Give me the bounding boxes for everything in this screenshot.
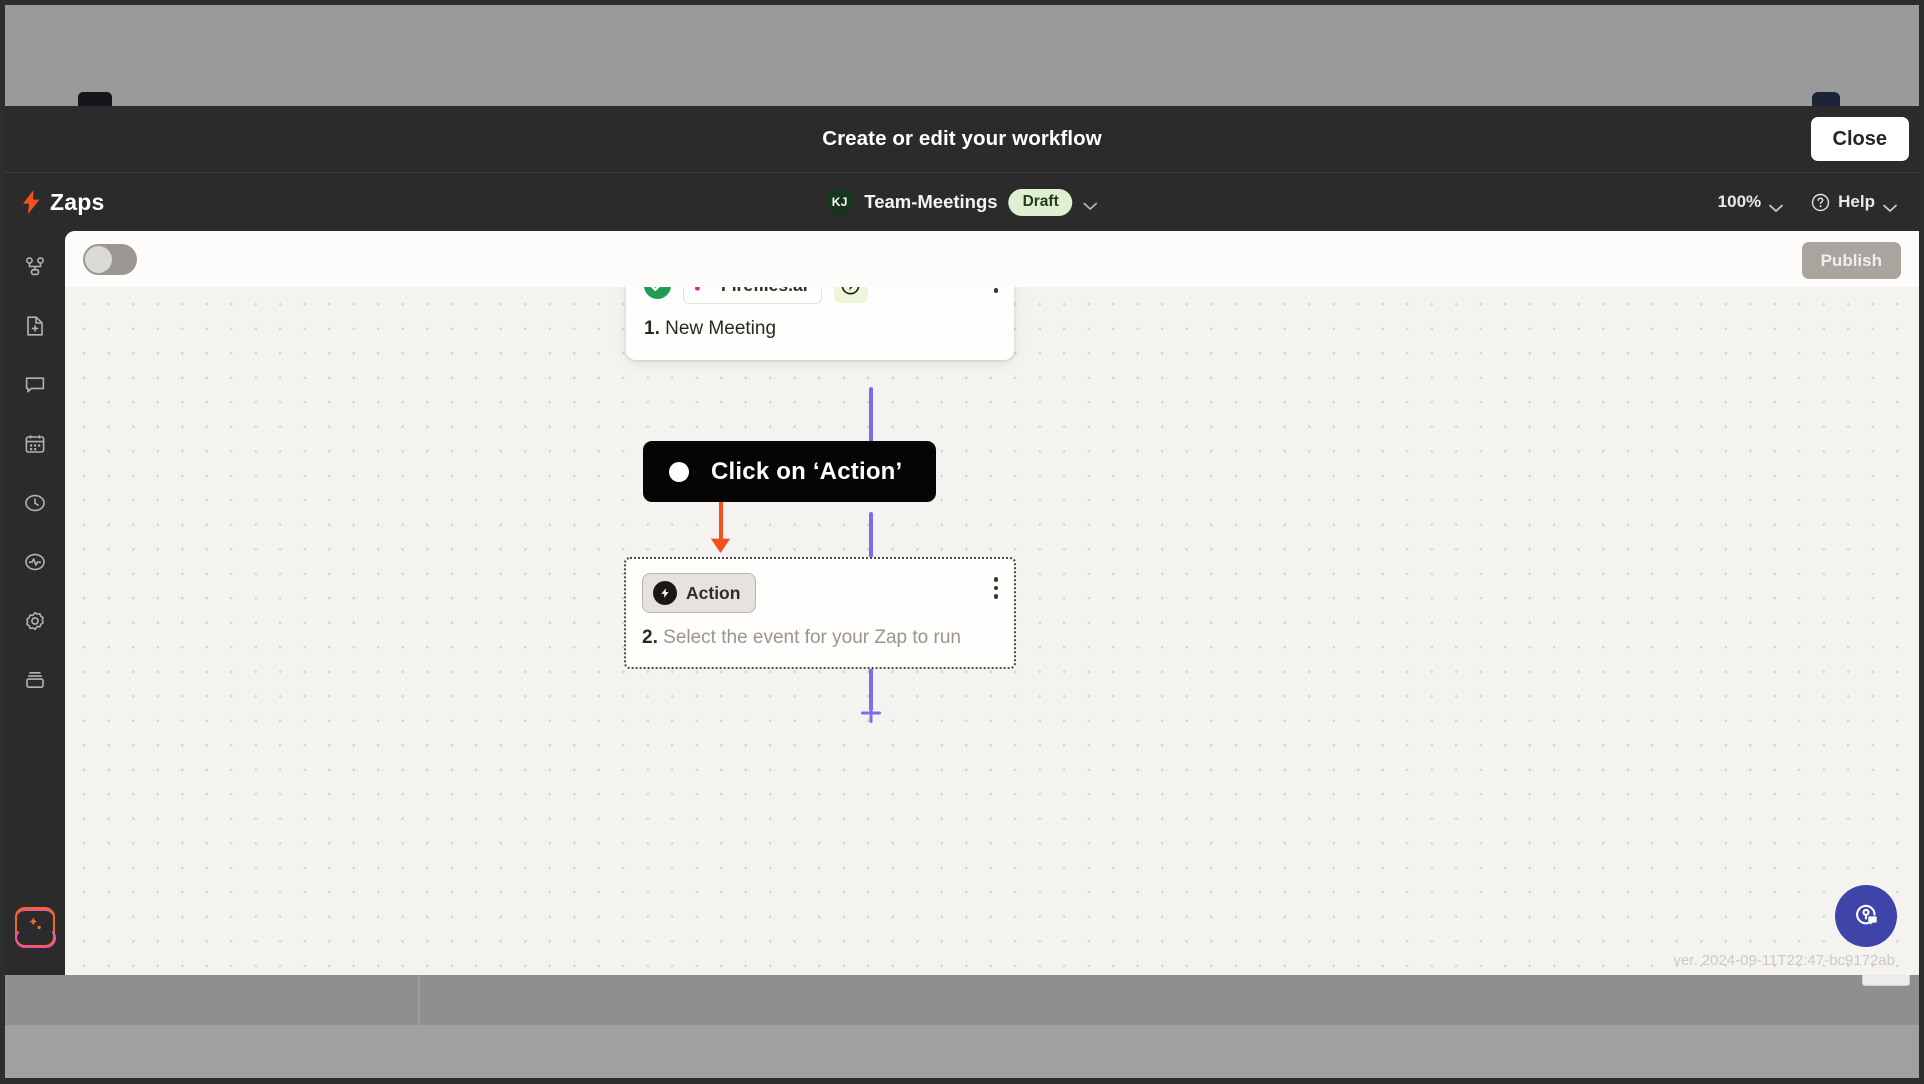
zaps-icon	[23, 255, 47, 279]
toggle-knob	[85, 245, 112, 273]
node-title-text: Select the event for your Zap to run	[663, 627, 961, 648]
zoom-level-label: 100%	[1717, 192, 1762, 211]
fireflies-logo-icon	[694, 287, 712, 297]
node-title-action: 2. Select the event for your Zap to run	[626, 613, 1014, 667]
zap-on-off-toggle[interactable]	[83, 243, 137, 275]
workflow-editor-modal: Create or edit your workflow Close Zaps …	[5, 106, 1919, 975]
kebab-menu-icon[interactable]	[993, 577, 998, 599]
background-lower-fill	[5, 1025, 1919, 1078]
brand-label: Zaps	[50, 188, 105, 215]
publish-button[interactable]: Publish	[1801, 242, 1901, 279]
window-edge-bottom	[0, 1078, 1924, 1084]
coach-tooltip: Click on ‘Action’	[643, 441, 937, 502]
chevron-down-icon	[1883, 198, 1897, 212]
history-icon	[23, 491, 47, 515]
check-circle-icon	[644, 287, 671, 299]
activity-icon	[23, 550, 47, 574]
sidebar-item-ai[interactable]	[14, 907, 56, 948]
canvas-toolbar: Publish	[65, 231, 1919, 287]
cursor-dot-icon	[669, 461, 689, 482]
canvas-area: Publish 1. New Meeting Action 2. Select …	[65, 231, 1919, 975]
chevron-down-icon[interactable]	[1083, 198, 1098, 210]
sidebar-item-zaps[interactable]	[13, 245, 57, 289]
app-chip-fireflies[interactable]: Fireflies.ai	[683, 287, 822, 304]
avatar: KJ	[826, 188, 854, 216]
action-button[interactable]: Action	[642, 573, 757, 613]
zap-meta: KJ Team-Meetings Draft	[826, 188, 1098, 216]
version-label: ver. 2024-09-11T22:47-bc9172ab	[1673, 952, 1895, 969]
app-name: Fireflies.ai	[721, 287, 808, 296]
zoom-level-control[interactable]: 100%	[1717, 192, 1784, 212]
zap-name[interactable]: Team-Meetings	[864, 191, 997, 213]
kebab-menu-icon[interactable]	[993, 287, 998, 293]
background-tab-right	[1812, 92, 1840, 106]
action-button-label: Action	[686, 582, 741, 603]
help-label: Help	[1838, 192, 1875, 211]
modal-title: Create or edit your workflow	[822, 127, 1102, 150]
add-step-button[interactable]	[857, 699, 885, 727]
sidebar-item-activity[interactable]	[13, 540, 57, 584]
coach-pointer-arrow	[709, 535, 732, 559]
node-title-trigger: 1. New Meeting	[626, 304, 1014, 360]
node-header-row: Action	[626, 559, 1014, 613]
node-step-number: 1.	[644, 318, 660, 339]
sidebar-rail	[5, 231, 65, 975]
header-right-controls: 100% Help	[1718, 192, 1897, 212]
background-tab-left	[78, 92, 112, 106]
ai-sparkle-icon	[24, 914, 46, 941]
coach-tooltip-message: Click on ‘Action’	[711, 457, 903, 485]
trigger-bolt-icon[interactable]	[833, 287, 868, 303]
workflow-node-action[interactable]: Action 2. Select the event for your Zap …	[624, 557, 1016, 669]
status-badge: Draft	[1008, 188, 1073, 216]
node-step-number: 2.	[642, 627, 658, 648]
background-lower-band	[5, 975, 1919, 1025]
question-circle-icon	[1811, 193, 1830, 212]
sidebar-item-storage[interactable]	[13, 658, 57, 702]
new-doc-icon	[23, 314, 47, 338]
support-chat-button[interactable]	[1835, 885, 1897, 947]
help-menu[interactable]: Help	[1811, 192, 1897, 212]
settings-gear-icon	[23, 609, 47, 633]
action-bolt-icon	[653, 581, 677, 605]
lightning-bolt-icon	[23, 190, 40, 214]
chat-icon	[23, 373, 47, 397]
modal-title-bar: Create or edit your workflow Close	[5, 106, 1919, 173]
chevron-down-icon	[1769, 198, 1784, 212]
workflow-canvas[interactable]: Fireflies.ai 1. New Meeting	[65, 287, 1919, 975]
support-chat-icon	[1849, 897, 1883, 936]
node-title-text: New Meeting	[665, 318, 777, 339]
connector-tip-to-action	[869, 512, 873, 563]
sidebar-item-settings[interactable]	[13, 599, 57, 643]
sidebar-item-chatbots[interactable]	[13, 363, 57, 407]
node-header-row: Fireflies.ai	[626, 287, 1014, 304]
sidebar-item-history[interactable]	[13, 481, 57, 525]
sidebar-item-tables[interactable]	[13, 422, 57, 466]
background-lower-divider	[418, 975, 420, 1025]
sidebar-item-create[interactable]	[13, 304, 57, 348]
brand-zaps[interactable]: Zaps	[5, 189, 335, 216]
app-body: Publish 1. New Meeting Action 2. Select …	[5, 231, 1919, 975]
tables-icon	[23, 432, 47, 456]
workflow-node-trigger[interactable]: Fireflies.ai 1. New Meeting	[626, 287, 1014, 360]
app-header: Zaps KJ Team-Meetings Draft 100% Help	[5, 173, 1919, 231]
storage-icon	[23, 668, 47, 692]
window-edge-right	[1919, 0, 1924, 1084]
window-edge-top	[0, 0, 1924, 5]
close-button[interactable]: Close	[1810, 117, 1909, 161]
